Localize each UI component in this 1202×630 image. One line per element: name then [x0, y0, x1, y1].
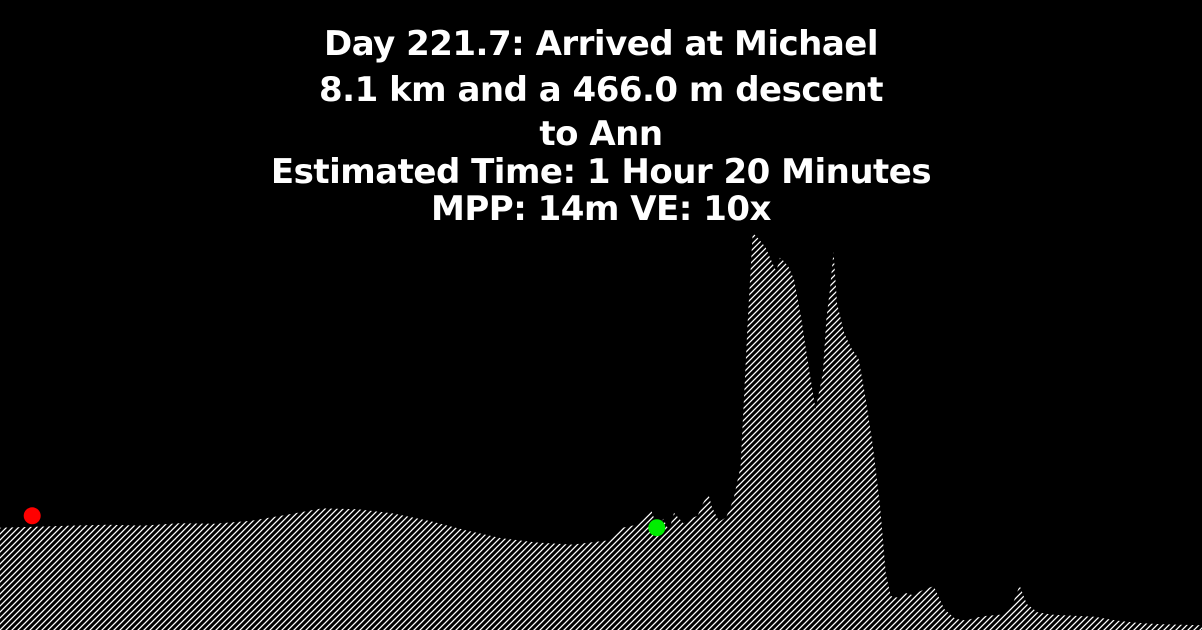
- elevation-area-series-0: [0, 232, 1202, 630]
- start-marker: [23, 507, 41, 525]
- elevation-profile-chart: [0, 232, 1202, 630]
- end-marker: [648, 519, 666, 537]
